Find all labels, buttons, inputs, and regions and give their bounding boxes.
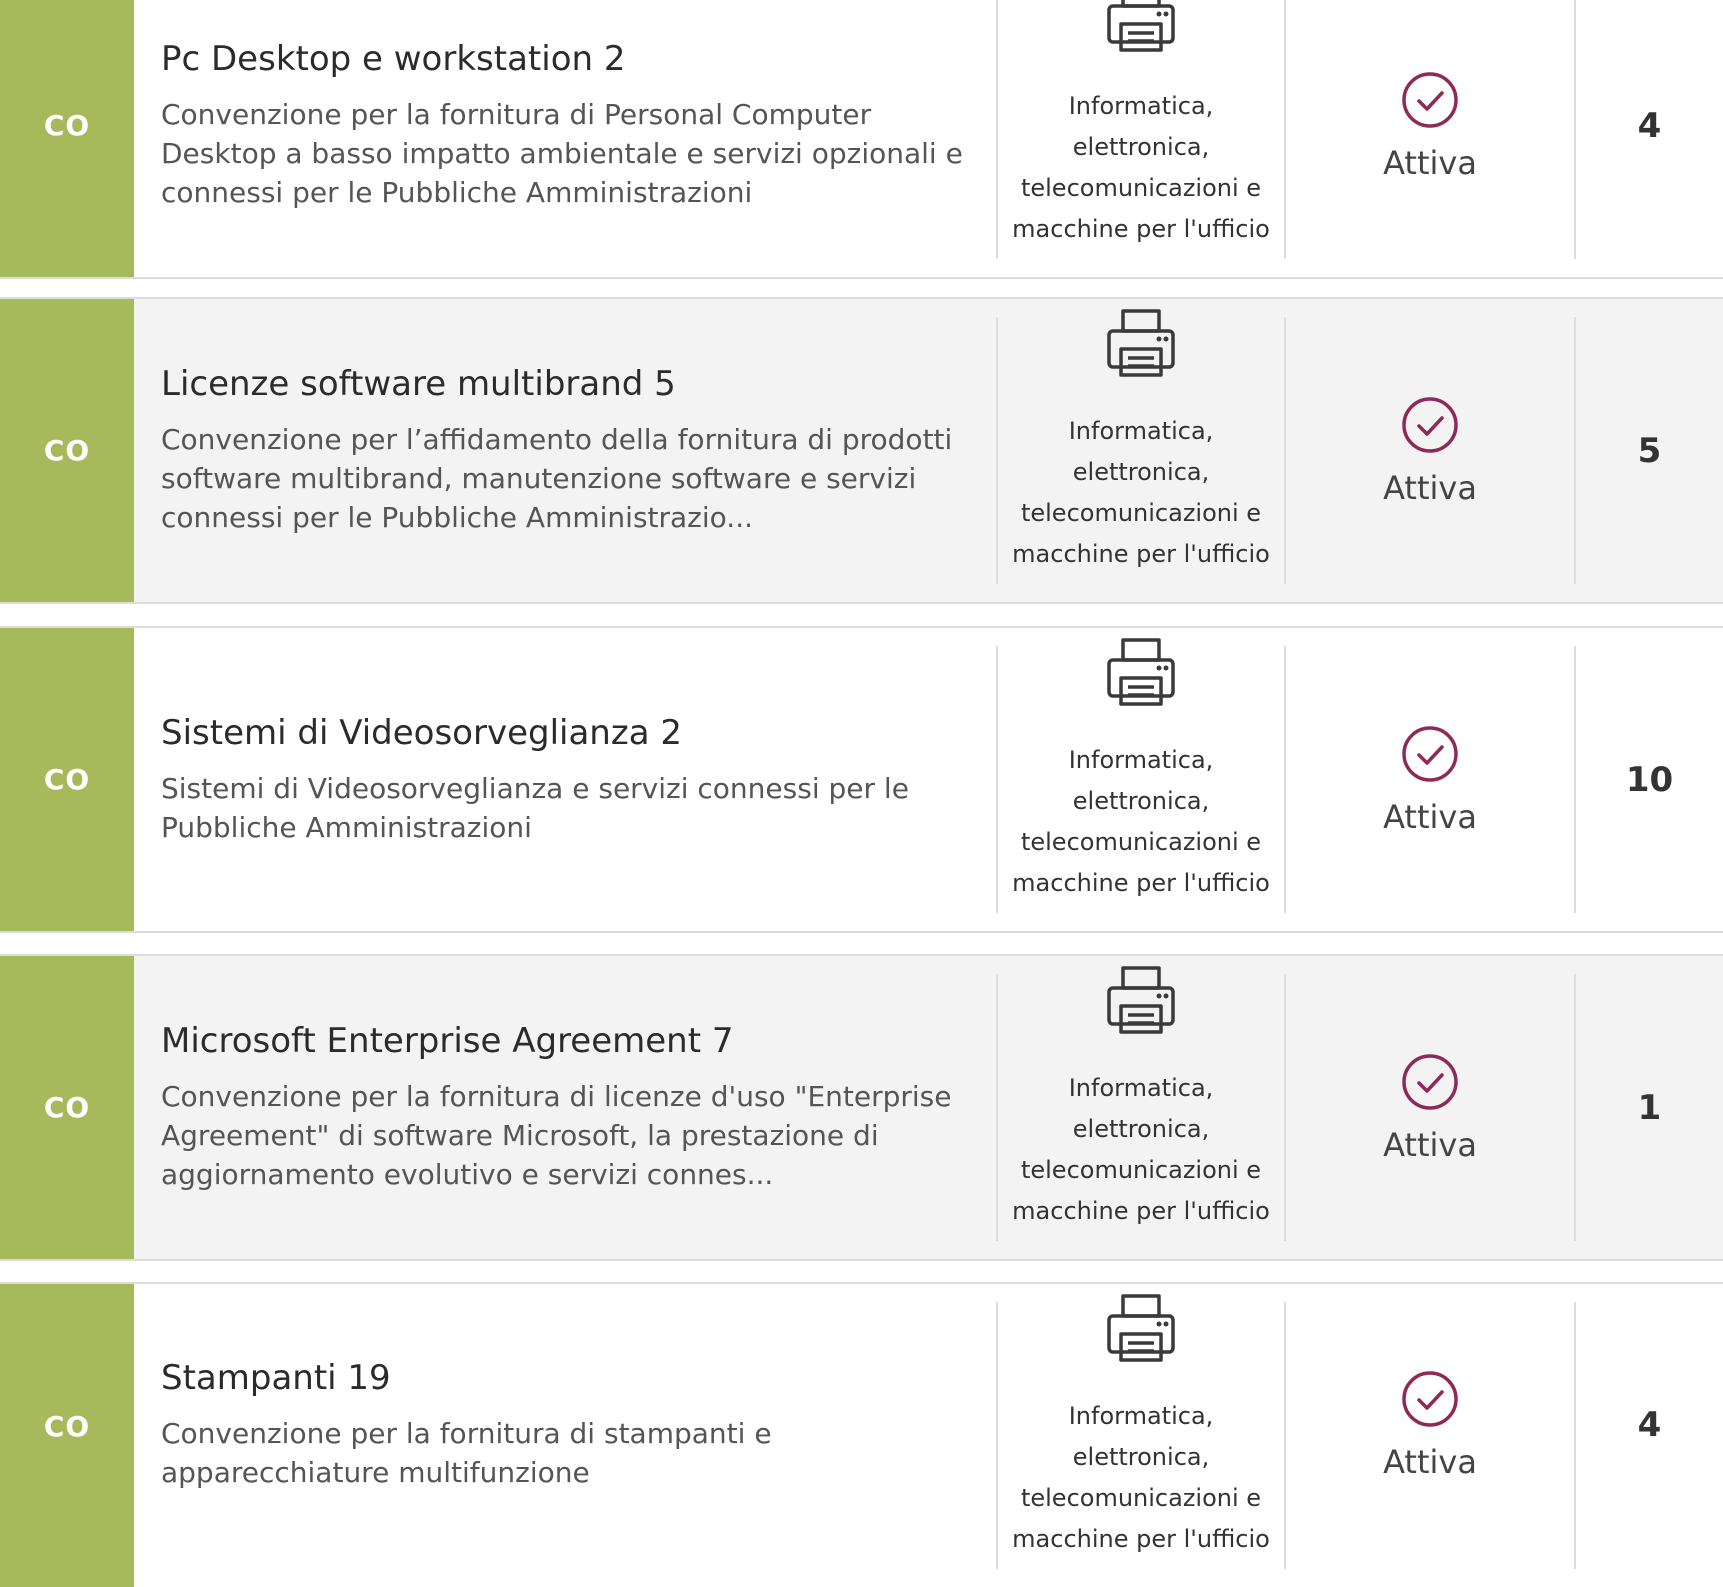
item-status: Attiva bbox=[1286, 956, 1574, 1259]
list-item[interactable]: CO Stampanti 19 Convenzione per la forni… bbox=[0, 1282, 1723, 1587]
status-label: Attiva bbox=[1383, 143, 1477, 182]
check-circle-icon bbox=[1402, 725, 1458, 782]
item-count: 1 bbox=[1576, 956, 1723, 1259]
status-label: Attiva bbox=[1383, 1125, 1477, 1164]
category-label: Informatica, elettronica, telecomunicazi… bbox=[1012, 746, 1270, 897]
count-value: 4 bbox=[1637, 105, 1662, 146]
count-value: 5 bbox=[1637, 430, 1662, 471]
type-badge: CO bbox=[0, 628, 134, 931]
item-count: 5 bbox=[1576, 299, 1723, 602]
item-description: Convenzione per la fornitura di Personal… bbox=[161, 98, 963, 209]
item-count: 4 bbox=[1576, 0, 1723, 277]
item-category: Informatica, elettronica, telecomunicazi… bbox=[998, 0, 1284, 277]
printer-icon bbox=[1107, 966, 1175, 1034]
status-label: Attiva bbox=[1383, 468, 1477, 507]
printer-icon bbox=[1107, 309, 1175, 377]
printer-icon bbox=[1107, 638, 1175, 706]
item-status: Attiva bbox=[1286, 0, 1574, 277]
item-title[interactable]: Pc Desktop e workstation 2 bbox=[161, 39, 981, 79]
list-item[interactable]: CO Pc Desktop e workstation 2 Convenzion… bbox=[0, 0, 1723, 279]
printer-icon bbox=[1107, 0, 1175, 52]
list-item[interactable]: CO Sistemi di Videosorveglianza 2 Sistem… bbox=[0, 626, 1723, 933]
item-description: Sistemi di Videosorveglianza e servizi c… bbox=[161, 771, 909, 844]
type-label: CO bbox=[43, 763, 91, 796]
printer-icon bbox=[1107, 1294, 1175, 1362]
list-item[interactable]: CO Licenze software multibrand 5 Convenz… bbox=[0, 297, 1723, 604]
type-badge: CO bbox=[0, 299, 134, 602]
item-status: Attiva bbox=[1286, 1284, 1574, 1565]
count-value: 1 bbox=[1637, 1087, 1662, 1128]
item-status: Attiva bbox=[1286, 628, 1574, 931]
list-item[interactable]: CO Microsoft Enterprise Agreement 7 Conv… bbox=[0, 954, 1723, 1261]
check-circle-icon bbox=[1402, 1053, 1458, 1110]
item-title[interactable]: Stampanti 19 bbox=[161, 1358, 981, 1398]
type-label: CO bbox=[43, 109, 91, 142]
item-main: Microsoft Enterprise Agreement 7 Convenz… bbox=[161, 956, 981, 1259]
item-title[interactable]: Microsoft Enterprise Agreement 7 bbox=[161, 1021, 981, 1061]
item-description: Convenzione per la fornitura di stampant… bbox=[161, 1416, 772, 1489]
status-label: Attiva bbox=[1383, 797, 1477, 836]
type-badge: CO bbox=[0, 0, 134, 277]
category-label: Informatica, elettronica, telecomunicazi… bbox=[1012, 1074, 1270, 1225]
check-circle-icon bbox=[1402, 396, 1458, 453]
item-category: Informatica, elettronica, telecomunicazi… bbox=[998, 1284, 1284, 1587]
item-status: Attiva bbox=[1286, 299, 1574, 602]
type-label: CO bbox=[43, 1410, 91, 1443]
check-circle-icon bbox=[1402, 1370, 1458, 1427]
category-label: Informatica, elettronica, telecomunicazi… bbox=[1012, 92, 1270, 243]
item-description: Convenzione per l’affidamento della forn… bbox=[161, 423, 953, 534]
type-label: CO bbox=[43, 434, 91, 467]
type-label: CO bbox=[43, 1091, 91, 1124]
item-category: Informatica, elettronica, telecomunicazi… bbox=[998, 956, 1284, 1259]
item-main: Sistemi di Videosorveglianza 2 Sistemi d… bbox=[161, 628, 981, 931]
item-count: 4 bbox=[1576, 1284, 1723, 1565]
count-value: 10 bbox=[1625, 759, 1674, 800]
check-circle-icon bbox=[1402, 71, 1458, 128]
item-category: Informatica, elettronica, telecomunicazi… bbox=[998, 628, 1284, 931]
item-main: Pc Desktop e workstation 2 Convenzione p… bbox=[161, 0, 981, 277]
item-title[interactable]: Sistemi di Videosorveglianza 2 bbox=[161, 713, 981, 753]
category-label: Informatica, elettronica, telecomunicazi… bbox=[1012, 1402, 1270, 1553]
item-main: Licenze software multibrand 5 Convenzion… bbox=[161, 299, 981, 602]
item-title[interactable]: Licenze software multibrand 5 bbox=[161, 364, 981, 404]
category-label: Informatica, elettronica, telecomunicazi… bbox=[1012, 417, 1270, 568]
type-badge: CO bbox=[0, 1284, 134, 1587]
status-label: Attiva bbox=[1383, 1442, 1477, 1481]
type-badge: CO bbox=[0, 956, 134, 1259]
item-main: Stampanti 19 Convenzione per la fornitur… bbox=[161, 1284, 981, 1565]
count-value: 4 bbox=[1637, 1404, 1662, 1445]
item-category: Informatica, elettronica, telecomunicazi… bbox=[998, 299, 1284, 602]
item-description: Convenzione per la fornitura di licenze … bbox=[161, 1080, 952, 1191]
item-count: 10 bbox=[1576, 628, 1723, 931]
